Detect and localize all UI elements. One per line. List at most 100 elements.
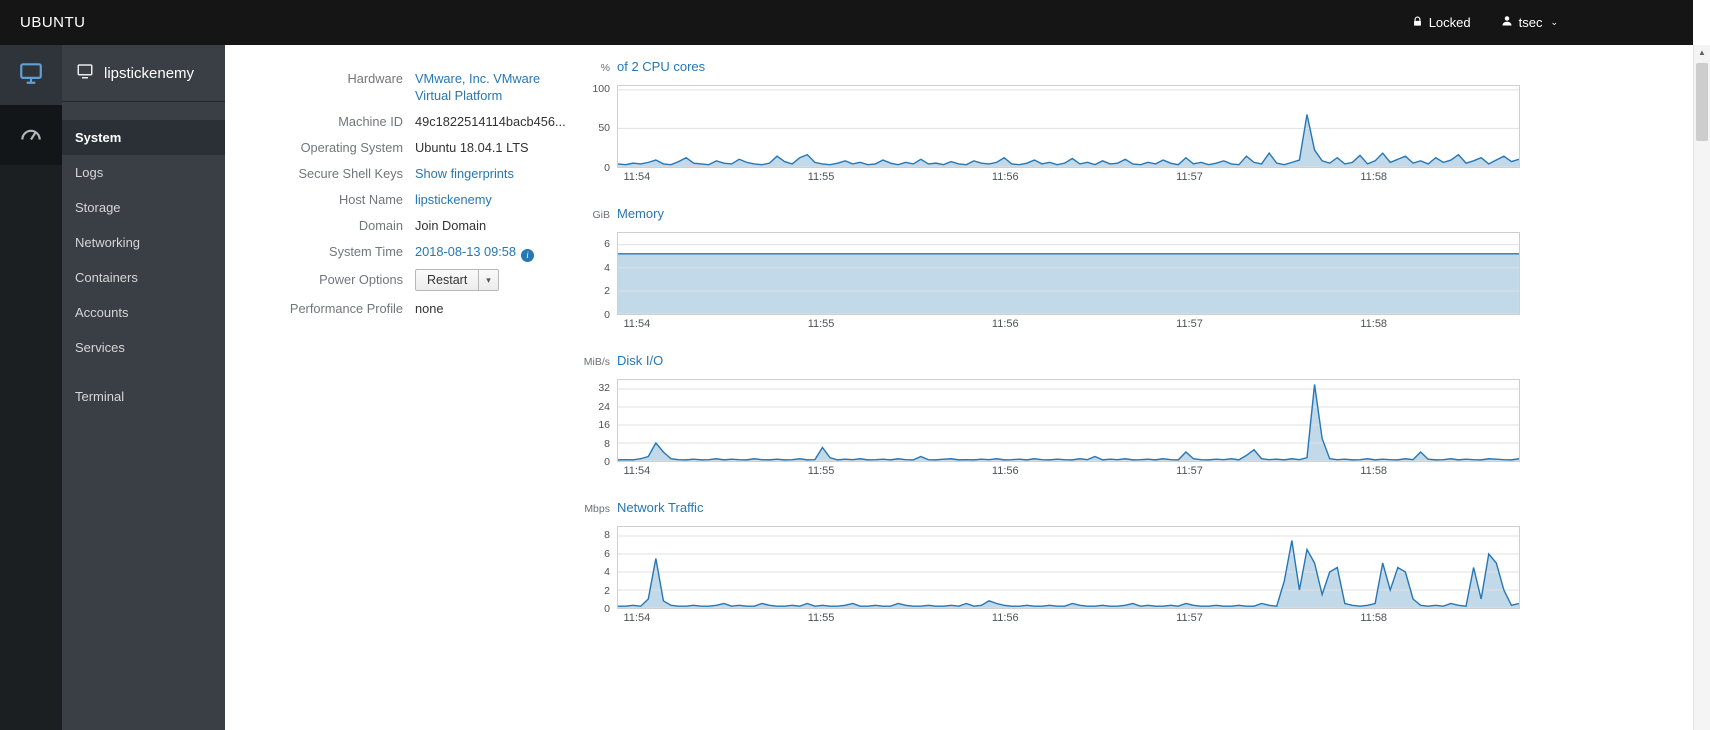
sidebar-item-terminal[interactable]: Terminal [62, 379, 225, 414]
field-label: Machine ID [338, 114, 403, 129]
secure-shell-keys-link[interactable]: Show fingerprints [415, 166, 514, 181]
sidebar-item-storage[interactable]: Storage [62, 190, 225, 225]
field-value: lipstickenemy [415, 191, 575, 208]
field-row-power-options: Power Options Restart ▾ [285, 269, 575, 291]
host-name-link[interactable]: lipstickenemy [415, 192, 492, 207]
host-header[interactable]: lipstickenemy [62, 45, 225, 102]
info-icon[interactable]: i [521, 249, 535, 262]
field-value: Restart ▾ [415, 269, 575, 291]
chart-x-axis: 11:54 11:55 11:56 11:57 11:58 [617, 315, 1520, 332]
sidebar-item-containers[interactable]: Containers [62, 260, 225, 295]
x-tick-label: 11:57 [1176, 465, 1203, 477]
charts-panel: % of 2 CPU cores 0 50 100 11:54 11:55 11:56 11:5… [581, 59, 1541, 647]
sidebar-item-networking[interactable]: Networking [62, 225, 225, 260]
x-tick-label: 11:58 [1360, 171, 1388, 183]
chart-title-link-disk-io[interactable]: Disk I/O [617, 353, 663, 368]
x-tick-label: 11:56 [991, 318, 1019, 330]
chart-y-axis: 0 2 4 6 8 [581, 526, 617, 615]
y-tick-label: 8 [604, 437, 610, 450]
field-row-domain: Domain Join Domain [285, 217, 575, 234]
chart-title-link-memory[interactable]: Memory [617, 206, 664, 221]
field-label: Operating System [300, 140, 403, 155]
x-tick-label: 11:57 [1176, 171, 1203, 183]
chart-title-link-cpu[interactable]: of 2 CPU cores [617, 59, 705, 74]
chart-network: Mbps Network Traffic 0 2 4 6 8 11:54 11:55 11:56 1… [581, 500, 1541, 626]
restart-dropdown-toggle[interactable]: ▾ [479, 269, 499, 291]
y-tick-label: 32 [598, 382, 610, 395]
y-tick-label: 16 [598, 419, 610, 432]
x-tick-label: 11:54 [623, 318, 651, 330]
y-tick-label: 4 [604, 261, 610, 274]
x-tick-label: 11:55 [807, 318, 835, 330]
y-tick-label: 2 [604, 584, 610, 597]
chart-header: GiB Memory [581, 206, 1541, 226]
chart-x-axis: 11:54 11:55 11:56 11:57 11:58 [617, 609, 1520, 626]
server-icon [18, 60, 44, 91]
system-info-panel: Hardware VMware, Inc. VMware Virtual Plat… [285, 70, 575, 326]
sidebar-item-services[interactable]: Services [62, 330, 225, 365]
locked-indicator[interactable]: Locked [1412, 15, 1471, 31]
sidebar-item-logs[interactable]: Logs [62, 155, 225, 190]
field-row-secure-shell-keys: Secure Shell Keys Show fingerprints [285, 165, 575, 182]
scroll-up-arrow[interactable]: ▲ [1694, 45, 1710, 61]
field-label: Hardware [347, 71, 403, 86]
x-tick-label: 11:54 [623, 612, 651, 624]
sidebar-item-system[interactable]: System [62, 120, 225, 155]
y-tick-label: 8 [604, 529, 610, 542]
operating-system-value: Ubuntu 18.04.1 LTS [415, 140, 529, 155]
chart-plot-memory[interactable] [617, 232, 1520, 315]
gauge-icon [18, 120, 44, 151]
y-tick-label: 4 [604, 566, 610, 579]
field-value: none [415, 300, 575, 317]
app-icon-strip [0, 45, 62, 730]
vertical-scrollbar[interactable]: ▲ [1693, 45, 1710, 730]
host-view-tab[interactable] [0, 45, 62, 105]
y-tick-label: 0 [604, 603, 610, 615]
field-value: Join Domain [415, 217, 575, 234]
topbar-right: Locked tsec ⌄ [1412, 15, 1693, 31]
domain-value[interactable]: Join Domain [415, 218, 486, 233]
field-label: System Time [329, 244, 403, 259]
sidebar-nav: System Logs Storage Networking Containers Acc… [62, 102, 225, 414]
chart-y-axis: 0 8 16 24 32 [581, 379, 617, 468]
top-bar: UBUNTU Locked tsec ⌄ [0, 0, 1693, 45]
machine-id-value: 49c1822514114bacb456... [415, 114, 566, 129]
x-tick-label: 11:57 [1176, 318, 1203, 330]
dashboard-tab[interactable] [0, 105, 62, 165]
chart-cpu: % of 2 CPU cores 0 50 100 11:54 11:55 11:56 11:5… [581, 59, 1541, 185]
field-label: Performance Profile [289, 301, 403, 316]
field-label: Domain [358, 218, 403, 233]
y-tick-label: 100 [592, 82, 610, 95]
system-time-link[interactable]: 2018-08-13 09:58 [415, 244, 516, 259]
x-tick-label: 11:54 [623, 465, 651, 477]
chart-plot-network[interactable] [617, 526, 1520, 609]
field-row-hardware: Hardware VMware, Inc. VMware Virtual Plat… [285, 70, 575, 104]
y-tick-label: 0 [604, 162, 610, 174]
chart-title-link-network[interactable]: Network Traffic [617, 500, 703, 515]
scrollbar-thumb[interactable] [1696, 63, 1708, 141]
x-tick-label: 11:56 [991, 612, 1019, 624]
chart-y-axis: 0 2 4 6 [581, 232, 617, 321]
chart-header: Mbps Network Traffic [581, 500, 1541, 520]
x-tick-label: 11:56 [991, 171, 1019, 183]
brand-label: UBUNTU [20, 14, 86, 31]
x-tick-label: 11:55 [807, 612, 835, 624]
user-name: tsec [1518, 15, 1543, 30]
field-value: Show fingerprints [415, 165, 575, 182]
chart-header: % of 2 CPU cores [581, 59, 1541, 79]
sidebar-item-accounts[interactable]: Accounts [62, 295, 225, 330]
y-tick-label: 2 [604, 285, 610, 298]
restart-button[interactable]: Restart [415, 269, 480, 291]
chart-plot-cpu[interactable] [617, 85, 1520, 168]
field-value: 49c1822514114bacb456... [415, 113, 575, 130]
chart-plot-disk-io[interactable] [617, 379, 1520, 462]
user-menu[interactable]: tsec ⌄ [1501, 15, 1558, 30]
chevron-down-icon: ⌄ [1550, 17, 1558, 27]
y-tick-label: 6 [604, 237, 610, 250]
chart-header: MiB/s Disk I/O [581, 353, 1541, 373]
field-value: 2018-08-13 09:58 i [415, 243, 575, 262]
host-icon [76, 62, 94, 84]
hardware-link[interactable]: VMware, Inc. VMware Virtual Platform [415, 71, 540, 103]
field-label: Power Options [319, 272, 403, 287]
x-tick-label: 11:58 [1360, 465, 1388, 477]
